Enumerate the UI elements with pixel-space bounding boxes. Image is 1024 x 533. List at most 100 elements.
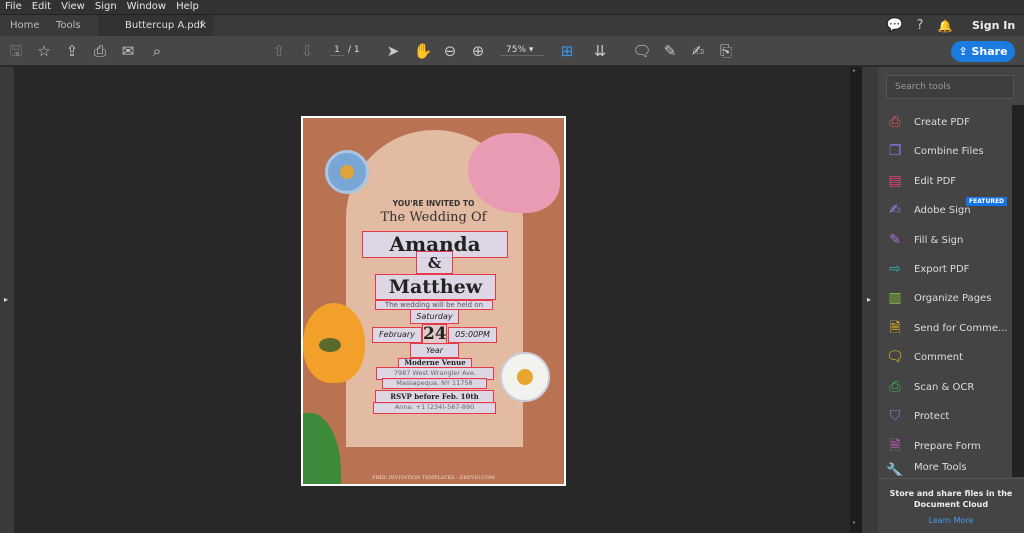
- tool-label: Fill & Sign: [914, 234, 964, 246]
- scan-ocr-icon: ⎙: [889, 379, 901, 395]
- tool-send-for-comments[interactable]: 🗎 Send for Comme...: [886, 315, 1016, 341]
- document-scrollbar[interactable]: ˄ ˅: [850, 67, 862, 533]
- tool-scan-ocr[interactable]: ⎙ Scan & OCR: [886, 374, 1016, 400]
- featured-badge: FEATURED: [966, 197, 1008, 206]
- tool-label: Prepare Form: [914, 440, 981, 452]
- hand-tool-icon[interactable]: ✋: [413, 36, 433, 66]
- tab-home[interactable]: Home: [10, 15, 40, 37]
- share-icon: ⇪: [958, 45, 972, 58]
- tools-panel: Search tools ⎙ Create PDF ❐ Combine Files …: [878, 67, 1024, 533]
- tool-prepare-form[interactable]: 🗎 Prepare Form: [886, 433, 1016, 459]
- right-panel-toggle[interactable]: ▸: [862, 67, 878, 533]
- edit-pdf-icon: ▤: [888, 173, 902, 189]
- tool-label: Scan & OCR: [914, 381, 975, 393]
- menu-help[interactable]: Help: [176, 0, 199, 14]
- tool-label: Send for Comme...: [914, 322, 1008, 334]
- tool-label: Protect: [914, 410, 950, 422]
- tool-label: Export PDF: [914, 263, 970, 275]
- upload-cloud-icon[interactable]: ⇪: [62, 36, 82, 66]
- name2-field[interactable]: Matthew: [375, 274, 496, 300]
- zoom-in-icon[interactable]: ⊕: [468, 36, 488, 66]
- tool-label: Adobe Sign: [914, 204, 971, 216]
- document-cloud-promo: Store and share files in the Document Cl…: [878, 478, 1024, 533]
- tool-label: Combine Files: [914, 145, 984, 157]
- tool-edit-pdf[interactable]: ▤ Edit PDF: [886, 168, 1016, 194]
- highlight-icon[interactable]: ✎: [660, 36, 680, 66]
- toolbar: 🖫 ☆ ⇪ ⎙ ✉ ⌕ ⇧ ⇩ 1 / 1 ➤ ✋ ⊖ ⊕ 75% ▾ ⊞ ⇊ …: [0, 36, 1024, 66]
- orange-poppy-image: [303, 303, 365, 383]
- wrench-icon: 🔧: [886, 463, 904, 476]
- shield-icon: ⛉: [889, 408, 901, 424]
- next-page-icon[interactable]: ⇩: [297, 36, 317, 66]
- page-total: / 1: [348, 45, 360, 55]
- menu-bar: File Edit View Sign Window Help: [0, 0, 1024, 14]
- learn-more-link[interactable]: Learn More: [878, 515, 1024, 526]
- prepare-form-icon: 🗎: [889, 438, 901, 454]
- sign-icon[interactable]: ✍: [688, 36, 708, 66]
- scroll-down-icon[interactable]: ˅: [852, 521, 856, 530]
- tool-organize-pages[interactable]: ▥ Organize Pages: [886, 285, 1016, 311]
- date-field[interactable]: 24: [422, 324, 447, 345]
- comment-icon[interactable]: 🗨: [632, 36, 652, 66]
- organize-pages-icon: ▥: [888, 290, 902, 306]
- save-icon[interactable]: 🖫: [6, 36, 26, 66]
- tool-protect[interactable]: ⛉ Protect: [886, 403, 1016, 429]
- time-field[interactable]: 05:00PM: [448, 327, 497, 343]
- tool-label: Edit PDF: [914, 175, 957, 187]
- tool-comment[interactable]: 🗨 Comment: [886, 344, 1016, 370]
- menu-sign[interactable]: Sign: [95, 0, 117, 14]
- adobe-sign-icon: ✍: [889, 202, 901, 218]
- close-tab-icon[interactable]: ×: [199, 15, 207, 36]
- print-icon[interactable]: ⎙: [90, 36, 110, 66]
- create-pdf-icon: ⎙: [889, 114, 901, 130]
- sign-in-button[interactable]: Sign In: [972, 15, 1015, 37]
- page-number-input[interactable]: 1: [330, 45, 344, 56]
- tool-combine-files[interactable]: ❐ Combine Files: [886, 138, 1016, 164]
- scroll-up-icon[interactable]: ˄: [852, 69, 856, 78]
- tool-label: Organize Pages: [914, 292, 992, 304]
- year-field[interactable]: Year: [410, 343, 459, 358]
- tool-label: Create PDF: [914, 116, 970, 128]
- prev-page-icon[interactable]: ⇧: [269, 36, 289, 66]
- tool-fill-sign[interactable]: ✎ Fill & Sign: [886, 227, 1016, 253]
- daisy-image: [500, 352, 550, 402]
- contact-field[interactable]: Anna: +1 (234)-567-890: [373, 402, 496, 414]
- left-panel-toggle[interactable]: ▸: [0, 67, 14, 533]
- month-field[interactable]: February: [372, 327, 422, 343]
- menu-edit[interactable]: Edit: [32, 0, 51, 14]
- tool-create-pdf[interactable]: ⎙ Create PDF: [886, 109, 1016, 135]
- address2-field[interactable]: Massapequa, NY 11758: [382, 378, 487, 389]
- pdf-page: YOU'RE INVITED TO The Wedding Of Amanda …: [301, 116, 566, 486]
- tool-label: Comment: [914, 351, 963, 363]
- tool-export-pdf[interactable]: ⇨ Export PDF: [886, 256, 1016, 282]
- stamp-icon[interactable]: ⎘: [716, 36, 736, 66]
- ampersand-field[interactable]: &: [416, 251, 453, 274]
- wedding-of-text: The Wedding Of: [380, 210, 487, 225]
- scroll-mode-icon[interactable]: ⇊: [590, 36, 610, 66]
- blue-flower-image: [325, 150, 369, 194]
- email-icon[interactable]: ✉: [118, 36, 138, 66]
- search-icon[interactable]: ⌕: [147, 36, 167, 66]
- select-cursor-icon[interactable]: ➤: [383, 36, 403, 66]
- menu-view[interactable]: View: [61, 0, 85, 14]
- fill-sign-icon: ✎: [889, 232, 901, 248]
- cloud-text: Store and share files in the Document Cl…: [889, 489, 1013, 509]
- star-icon[interactable]: ☆: [34, 36, 54, 66]
- share-button[interactable]: ⇪ Share: [951, 41, 1015, 62]
- export-pdf-icon: ⇨: [889, 261, 901, 277]
- zoom-out-icon[interactable]: ⊖: [440, 36, 460, 66]
- menu-file[interactable]: File: [5, 0, 22, 14]
- tab-tools[interactable]: Tools: [56, 15, 81, 37]
- menu-window[interactable]: Window: [127, 0, 166, 14]
- tool-more-tools[interactable]: 🔧 More Tools: [886, 462, 1016, 476]
- zoom-value: 75%: [506, 45, 527, 55]
- fit-page-icon[interactable]: ⊞: [557, 36, 577, 66]
- invited-text: YOU'RE INVITED TO: [392, 199, 475, 208]
- send-for-comments-icon: 🗎: [889, 320, 901, 336]
- tab-document-label: Buttercup A.pdf: [125, 20, 204, 31]
- collapse-right-icon: ▸: [867, 295, 872, 304]
- day-field[interactable]: Saturday: [410, 309, 459, 324]
- zoom-select[interactable]: 75% ▾: [500, 45, 544, 56]
- tab-document[interactable]: Buttercup A.pdf ×: [98, 15, 213, 37]
- search-tools-input[interactable]: Search tools: [886, 75, 1014, 99]
